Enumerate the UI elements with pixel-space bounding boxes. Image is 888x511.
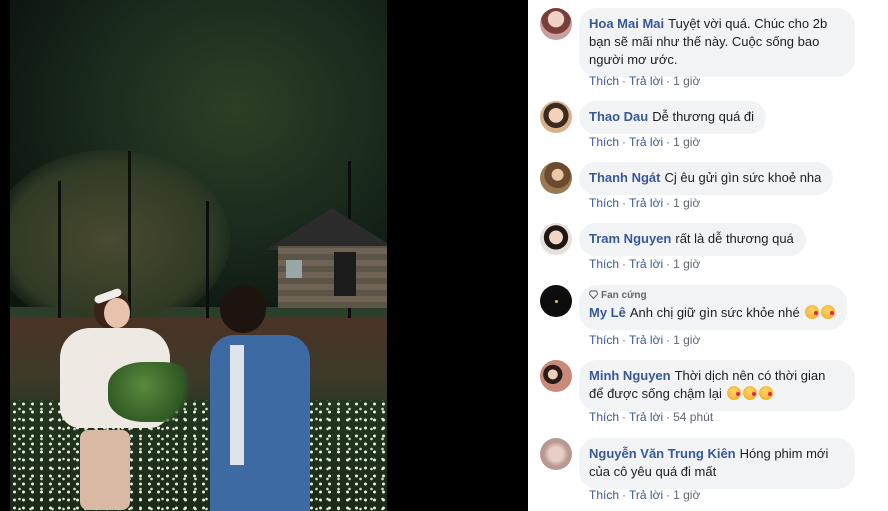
separator-dot: · bbox=[666, 196, 671, 210]
separator-dot: · bbox=[622, 257, 627, 271]
man-denim-shirt bbox=[210, 335, 310, 511]
comment-bubble: Thao Dau Dễ thương quá đi bbox=[579, 101, 767, 134]
kissing-heart-icon bbox=[743, 386, 758, 400]
man-hair bbox=[220, 285, 266, 333]
separator-dot: · bbox=[622, 488, 627, 502]
comment-time[interactable]: 1 giờ bbox=[673, 74, 700, 88]
photo-vegetables bbox=[108, 362, 198, 422]
separator-dot: · bbox=[666, 488, 671, 502]
avatar[interactable] bbox=[540, 223, 572, 255]
kissing-heart-icon bbox=[821, 305, 836, 319]
separator-dot: · bbox=[666, 410, 671, 424]
fan-badge-label: Fan cứng bbox=[601, 290, 647, 301]
avatar[interactable] bbox=[540, 162, 572, 194]
comment-actions: Thích · Trả lời · 54 phút bbox=[589, 410, 713, 424]
comment-time[interactable]: 1 giờ bbox=[673, 135, 700, 149]
kissing-heart-icon bbox=[805, 305, 820, 319]
like-link[interactable]: Thích bbox=[589, 333, 619, 347]
separator-dot: · bbox=[622, 333, 627, 347]
comment-bubble: Thanh Ngát Cj êu gửi gìn sức khoẻ nha bbox=[579, 162, 834, 195]
comment-author[interactable]: Tram Nguyen bbox=[589, 231, 671, 246]
comment-time[interactable]: 1 giờ bbox=[673, 488, 700, 502]
kissing-heart-icon bbox=[759, 386, 774, 400]
reply-link[interactable]: Trả lời bbox=[629, 135, 663, 149]
comment-actions: Thích · Trả lời · 1 giờ bbox=[589, 257, 700, 271]
separator-dot: · bbox=[666, 257, 671, 271]
comment-bubble: Tram Nguyen rất là dễ thương quá bbox=[579, 223, 806, 256]
comment-time[interactable]: 54 phút bbox=[673, 410, 713, 424]
comment-text: Dễ thương quá đi bbox=[652, 109, 755, 124]
separator-dot: · bbox=[622, 135, 627, 149]
avatar[interactable] bbox=[540, 8, 572, 40]
comment-time[interactable]: 1 giờ bbox=[673, 257, 700, 271]
separator-dot: · bbox=[666, 333, 671, 347]
reply-link[interactable]: Trả lời bbox=[629, 333, 663, 347]
separator-dot: · bbox=[622, 196, 627, 210]
like-link[interactable]: Thích bbox=[589, 257, 619, 271]
like-link[interactable]: Thích bbox=[589, 196, 619, 210]
like-link[interactable]: Thích bbox=[589, 488, 619, 502]
comment-actions: Thích · Trả lời · 1 giờ bbox=[589, 196, 700, 210]
comment-actions: Thích · Trả lời · 1 giờ bbox=[589, 488, 700, 502]
house-roof bbox=[266, 208, 387, 250]
comment-bubble: Nguyễn Văn Trung Kiên Hóng phim mới của c… bbox=[579, 438, 855, 489]
separator-dot: · bbox=[666, 135, 671, 149]
comment-author[interactable]: My Lê bbox=[589, 305, 626, 320]
separator-dot: · bbox=[622, 410, 627, 424]
house-window bbox=[286, 260, 302, 278]
comment-text: rất là dễ thương quá bbox=[675, 231, 794, 246]
comment-author[interactable]: Minh Nguyen bbox=[589, 368, 671, 383]
comment-text: Anh chị giữ gìn sức khỏe nhé bbox=[629, 305, 800, 320]
like-link[interactable]: Thích bbox=[589, 410, 619, 424]
like-link[interactable]: Thích bbox=[589, 74, 619, 88]
reply-link[interactable]: Trả lời bbox=[629, 257, 663, 271]
post-photo[interactable] bbox=[10, 0, 387, 511]
avatar[interactable] bbox=[540, 285, 572, 317]
separator-dot: · bbox=[622, 74, 627, 88]
comment-author[interactable]: Thanh Ngát bbox=[589, 170, 661, 185]
comment-author[interactable]: Hoa Mai Mai bbox=[589, 16, 664, 31]
kissing-heart-icon bbox=[727, 386, 742, 400]
comment-time[interactable]: 1 giờ bbox=[673, 333, 700, 347]
comment-actions: Thích · Trả lời · 1 giờ bbox=[589, 74, 700, 88]
photo-man bbox=[210, 285, 320, 511]
woman-legs bbox=[80, 430, 130, 510]
comments-panel: Hoa Mai Mai Tuyệt vời quá. Chúc cho 2b bạ… bbox=[528, 0, 888, 511]
photo-viewer bbox=[0, 0, 528, 511]
comment-bubble: Minh Nguyen Thời dịch nên có thời gian để… bbox=[579, 360, 855, 411]
comment-bubble: Hoa Mai Mai Tuyệt vời quá. Chúc cho 2b bạ… bbox=[579, 8, 855, 77]
comment-actions: Thích · Trả lời · 1 giờ bbox=[589, 333, 700, 347]
reply-link[interactable]: Trả lời bbox=[629, 196, 663, 210]
diamond-icon bbox=[589, 290, 598, 299]
house-door bbox=[334, 252, 356, 296]
reply-link[interactable]: Trả lời bbox=[629, 410, 663, 424]
woman-face bbox=[104, 298, 130, 328]
comment-time[interactable]: 1 giờ bbox=[673, 196, 700, 210]
separator-dot: · bbox=[666, 74, 671, 88]
avatar[interactable] bbox=[540, 438, 572, 470]
reply-link[interactable]: Trả lời bbox=[629, 488, 663, 502]
fan-badge: Fan cứng bbox=[589, 289, 835, 303]
avatar[interactable] bbox=[540, 360, 572, 392]
comment-actions: Thích · Trả lời · 1 giờ bbox=[589, 135, 700, 149]
comment-author[interactable]: Nguyễn Văn Trung Kiên bbox=[589, 446, 736, 461]
man-undershirt bbox=[230, 345, 244, 465]
like-link[interactable]: Thích bbox=[589, 135, 619, 149]
comment-bubble: Fan cứng My Lê Anh chị giữ gìn sức khỏe n… bbox=[579, 285, 848, 330]
avatar-dot bbox=[555, 300, 558, 303]
avatar[interactable] bbox=[540, 101, 572, 133]
reply-link[interactable]: Trả lời bbox=[629, 74, 663, 88]
comment-text: Cj êu gửi gìn sức khoẻ nha bbox=[664, 170, 822, 185]
comment-author[interactable]: Thao Dau bbox=[589, 109, 648, 124]
